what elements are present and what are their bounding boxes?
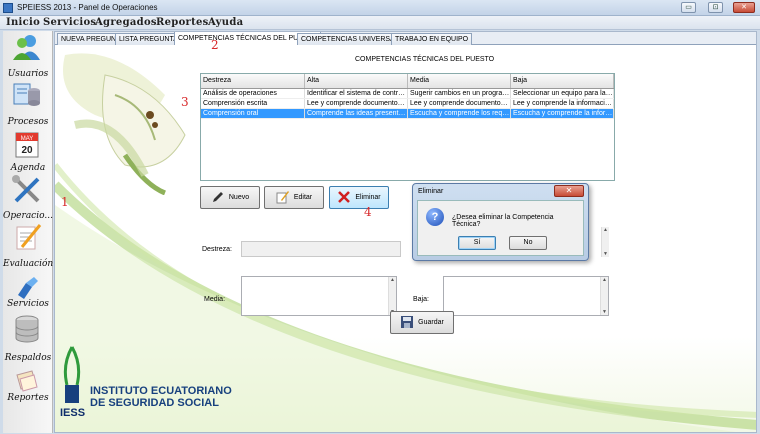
table-cell: Comprensión escrita [201, 99, 305, 108]
calendar-day: 20 [21, 145, 33, 156]
sidebar-item-label: Usuarios [7, 69, 49, 79]
main-panel: NUEVA PREGUNTA LISTA PREGUNTAS COMPETENC… [54, 31, 757, 433]
editar-button[interactable]: Editar [264, 186, 324, 209]
competencias-table[interactable]: Destreza Alta Media Baja Análisis de ope… [200, 73, 615, 181]
annotation-2: 2 [211, 38, 219, 52]
calendar-icon: MAY 20 [15, 132, 39, 158]
evaluation-icon [16, 224, 42, 250]
dialog-message: ¿Desea eliminar la Competencia Técnica? [452, 214, 554, 228]
editar-button-label: Editar [293, 194, 313, 201]
table-row-selected[interactable]: Comprensión oral Comprende las ideas pre… [201, 109, 614, 119]
eliminar-button[interactable]: Eliminar [329, 186, 389, 209]
institution-name: INSTITUTO ECUATORIANO DE SEGURIDAD SOCIA… [90, 385, 232, 409]
institution-line2: DE SEGURIDAD SOCIAL [90, 397, 219, 409]
table-cell: Sugerir cambios en un programa ... [410, 89, 511, 98]
table-cell: Lee y comprende documentos de... [410, 99, 511, 108]
maximize-button[interactable]: ⊡ [708, 2, 723, 13]
menu-servicios[interactable]: Servicios [43, 17, 96, 28]
table-cell: Lee y comprende la información s... [513, 99, 614, 108]
institution-line1: INSTITUTO ECUATORIANO [90, 385, 232, 397]
alta-field-partial[interactable] [600, 227, 609, 257]
edit-icon [276, 191, 289, 204]
tab-bar: NUEVA PREGUNTA LISTA PREGUNTAS COMPETENC… [55, 32, 756, 46]
media-textarea[interactable] [241, 276, 397, 316]
annotation-1: 1 [61, 195, 69, 209]
annotation-4: 4 [364, 205, 372, 219]
minimize-button[interactable]: ▭ [681, 2, 696, 13]
column-header[interactable]: Destreza [201, 74, 305, 88]
baja-label: Baja: [413, 296, 429, 303]
table-cell: Comprensión oral [201, 109, 305, 118]
sidebar-item-label: Evaluación [3, 259, 54, 269]
column-header[interactable]: Media [408, 74, 511, 88]
media-label: Media: [204, 296, 226, 303]
menu-inicio[interactable]: Inicio [6, 17, 40, 28]
calendar-month: MAY [21, 136, 34, 142]
column-header[interactable]: Alta [305, 74, 408, 88]
nuevo-button-label: Nuevo [228, 194, 250, 201]
tab-content: COMPETENCIAS TÉCNICAS DEL PUESTO Destrez… [55, 45, 756, 432]
app-icon [3, 3, 13, 13]
table-cell: Escucha y comprende los requeri... [410, 109, 511, 118]
save-icon [401, 316, 414, 329]
reports-icon [16, 370, 38, 392]
annotation-3: 3 [181, 95, 189, 109]
database-icon [15, 315, 39, 343]
table-cell: Escucha y comprende la informac... [513, 109, 614, 118]
baja-scrollbar[interactable] [600, 277, 608, 315]
title-bar: SPEIESS 2013 - Panel de Operaciones ▭ ⊡ … [0, 0, 760, 16]
destreza-field[interactable] [241, 241, 401, 257]
no-button[interactable]: No [509, 236, 547, 250]
guardar-button-label: Guardar [418, 319, 444, 326]
sidebar-item-label: Reportes [7, 393, 49, 403]
sidebar-item-label: Procesos [7, 117, 49, 127]
tab-trabajo-en-equipo[interactable]: TRABAJO EN EQUIPO [391, 33, 473, 45]
section-title: COMPETENCIAS TÉCNICAS DEL PUESTO [355, 56, 495, 63]
media-scrollbar[interactable] [388, 277, 396, 315]
question-icon: ? [426, 208, 444, 226]
table-cell: Identificar el sistema de control r... [307, 89, 408, 98]
confirm-dialog: Eliminar ✕ ? ¿Desea eliminar la Competen… [412, 183, 589, 261]
sidebar-item-label: Respaldos [4, 353, 52, 363]
table-cell: Lee y comprende documentos de... [307, 99, 408, 108]
menu-reportes[interactable]: Reportes [156, 17, 209, 28]
iess-logo-icon [63, 346, 81, 403]
yes-button[interactable]: Sí [458, 236, 496, 250]
baja-textarea[interactable] [443, 276, 609, 316]
column-header[interactable]: Baja [511, 74, 614, 88]
nuevo-button[interactable]: Nuevo [200, 186, 260, 209]
table-cell: Comprende las ideas presentada... [307, 109, 408, 118]
window-title: SPEIESS 2013 - Panel de Operaciones [17, 3, 158, 12]
dialog-close-button[interactable]: ✕ [554, 185, 584, 197]
iess-acronym: IESS [60, 407, 86, 419]
sidebar-item-label: Servicios [7, 299, 49, 309]
dialog-title: Eliminar [418, 188, 444, 195]
services-icon [18, 277, 38, 299]
sidebar-item-label: Operacio... [3, 211, 53, 221]
menu-ayuda[interactable]: Ayuda [208, 17, 243, 28]
tools-icon [12, 175, 40, 203]
sidebar: Usuarios Procesos MAY 20 Agenda Operacio… [3, 31, 53, 433]
processes-icon [13, 83, 40, 106]
menu-bar: Inicio Servicios Agregados Reportes Ayud… [0, 16, 760, 30]
table-row[interactable]: Análisis de operaciones Identificar el s… [201, 89, 614, 99]
table-cell: Seleccionar un equipo para la ofi... [513, 89, 614, 98]
dialog-body: ? ¿Desea eliminar la Competencia Técnica… [417, 200, 584, 256]
flower-decoration [63, 53, 186, 195]
table-row[interactable]: Comprensión escrita Lee y comprende docu… [201, 99, 614, 109]
guardar-button[interactable]: Guardar [390, 311, 454, 334]
table-cell: Análisis de operaciones [201, 89, 305, 98]
eliminar-button-label: Eliminar [355, 194, 381, 201]
menu-agregados[interactable]: Agregados [95, 17, 157, 28]
users-icon [13, 35, 40, 60]
destreza-label: Destreza: [202, 246, 232, 253]
close-button[interactable]: ✕ [733, 2, 755, 13]
delete-icon [338, 191, 351, 204]
sidebar-item-label: Agenda [10, 163, 46, 173]
alta-scrollbar[interactable] [601, 227, 609, 257]
table-header: Destreza Alta Media Baja [201, 74, 614, 89]
pencil-icon [212, 192, 223, 203]
